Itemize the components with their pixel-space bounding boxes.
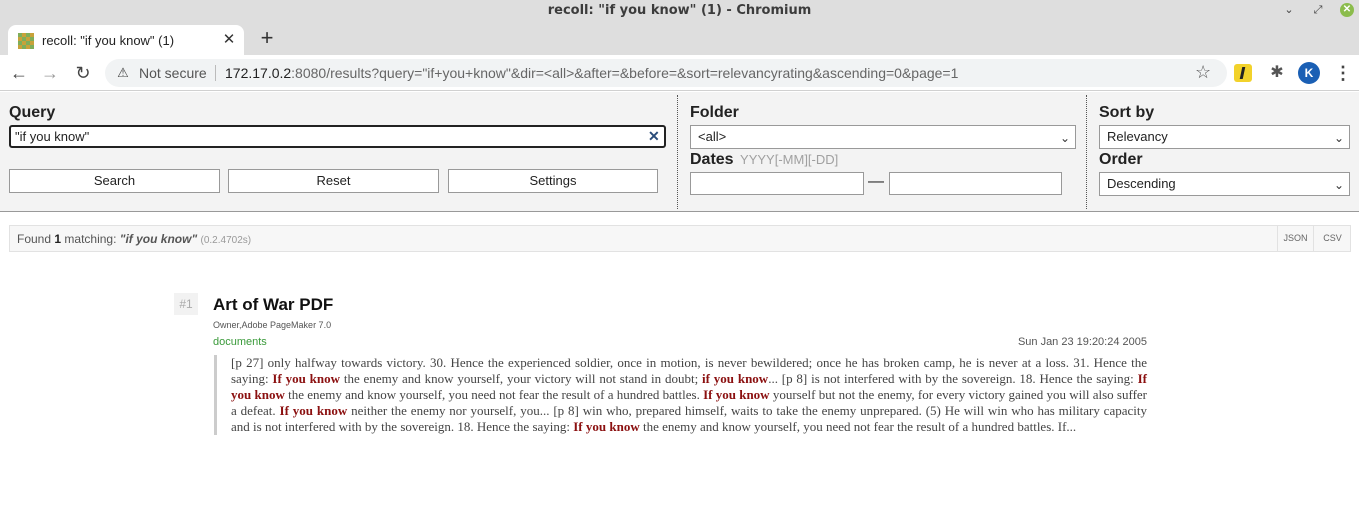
result-author: Owner,Adobe PageMaker 7.0 [213,320,332,330]
results-summary: Found 1 matching: "if you know" (0.2.470… [17,232,251,246]
extensions-puzzle-icon[interactable]: ✱ [1268,64,1286,82]
browser-menu-icon[interactable]: ⋮ [1334,62,1352,84]
url-host: 172.17.0.2 [225,65,292,81]
clear-query-icon[interactable]: ✕ [648,128,660,145]
url-path: :8080/results?query="if+you+know"&dir=<a… [291,65,959,81]
snippet-text: ... [p 8] is not interfered with by the … [768,371,1138,386]
extension-icon[interactable] [1234,64,1252,82]
window-titlebar: recoll: "if you know" (1) - Chromium ⌄ ⤢… [0,0,1359,22]
address-bar[interactable]: ⚠ Not secure 172.17.0.2:8080/results?que… [105,59,1227,87]
forward-arrow-icon[interactable]: → [38,61,62,85]
security-label[interactable]: Not secure [139,65,207,81]
folder-label: Folder [690,104,739,121]
order-select-value: Descending [1107,176,1176,191]
order-label: Order [1099,151,1143,168]
result-folder-link[interactable]: documents [213,336,267,348]
order-select[interactable]: Descending ⌄ [1099,172,1350,196]
recoll-favicon-icon [18,33,34,49]
settings-button[interactable]: Settings [448,169,658,193]
folder-select-value: <all> [698,129,727,144]
search-term-highlight: If you know [573,419,640,434]
result-rank: #1 [174,293,198,315]
folder-select[interactable]: <all> ⌄ [690,125,1076,149]
reset-button[interactable]: Reset [228,169,439,193]
search-timing: (0.2.4702s) [200,235,252,246]
browser-toolbar: ← → ↻ ⚠ Not secure 172.17.0.2:8080/resul… [0,55,1359,91]
back-arrow-icon[interactable]: ← [7,61,31,85]
results-summary-bar: Found 1 matching: "if you know" (0.2.470… [9,225,1351,252]
column-divider [1086,95,1087,209]
column-divider [677,95,678,209]
chevron-down-icon: ⌄ [1333,131,1344,145]
sort-select-value: Relevancy [1107,129,1168,144]
window-title: recoll: "if you know" (1) - Chromium [547,3,812,18]
snippet-text: the enemy and know yourself, your victor… [340,371,703,386]
search-term-highlight: If you know [279,403,348,418]
url-text[interactable]: 172.17.0.2:8080/results?query="if+you+kn… [225,65,958,81]
csv-export-button[interactable]: CSV [1313,226,1351,251]
omnibox-divider [215,65,216,81]
tab-close-icon[interactable]: ✕ [220,31,238,49]
profile-avatar[interactable]: K [1298,62,1320,84]
bookmark-star-icon[interactable]: ☆ [1195,62,1211,83]
result-snippet: [p 27] only halfway towards victory. 30.… [214,355,1147,435]
date-before-input[interactable] [889,172,1062,195]
sort-select[interactable]: Relevancy ⌄ [1099,125,1350,149]
new-tab-icon[interactable]: + [256,27,278,50]
minimize-icon[interactable]: ⌄ [1282,3,1296,17]
tab-recoll-results[interactable]: recoll: "if you know" (1) ✕ [8,25,244,55]
summary-prefix: Found [17,232,52,246]
warning-icon[interactable]: ⚠ [115,65,131,81]
snippet-text: the enemy and know yourself, you need no… [284,387,704,402]
result-date: Sun Jan 23 19:20:24 2005 [1017,336,1147,348]
result-count: 1 [54,232,62,246]
summary-query: "if you know" [119,232,198,246]
sort-label: Sort by [1099,104,1155,121]
chevron-down-icon: ⌄ [1059,131,1070,145]
maximize-icon[interactable]: ⤢ [1311,3,1325,17]
search-term-highlight: If you know [703,387,770,402]
query-label: Query [9,104,56,121]
reload-icon[interactable]: ↻ [71,61,95,85]
tab-strip: recoll: "if you know" (1) ✕ + [0,22,1359,55]
search-term-highlight: If you know [272,371,341,386]
date-range-dash: — [868,173,884,190]
close-window-icon[interactable]: ✕ [1340,3,1354,17]
dates-label-text: Dates [690,151,734,168]
date-after-input[interactable] [690,172,864,195]
search-panel: Query ✕ Search Reset Settings Folder <al… [0,92,1359,212]
search-term-highlight: if you know [702,371,769,386]
json-export-button[interactable]: JSON [1277,226,1313,251]
search-button[interactable]: Search [9,169,220,193]
summary-matching: matching: [64,232,117,246]
query-input[interactable] [9,125,666,148]
chevron-down-icon: ⌄ [1333,178,1344,192]
snippet-text: the enemy and know yourself, you need no… [639,419,1077,434]
tab-label: recoll: "if you know" (1) [42,33,175,48]
dates-hint: YYYY[-MM][-DD] [740,152,839,167]
dates-label: Dates YYYY[-MM][-DD] [690,151,838,169]
result-title-link[interactable]: Art of War PDF [213,295,333,315]
